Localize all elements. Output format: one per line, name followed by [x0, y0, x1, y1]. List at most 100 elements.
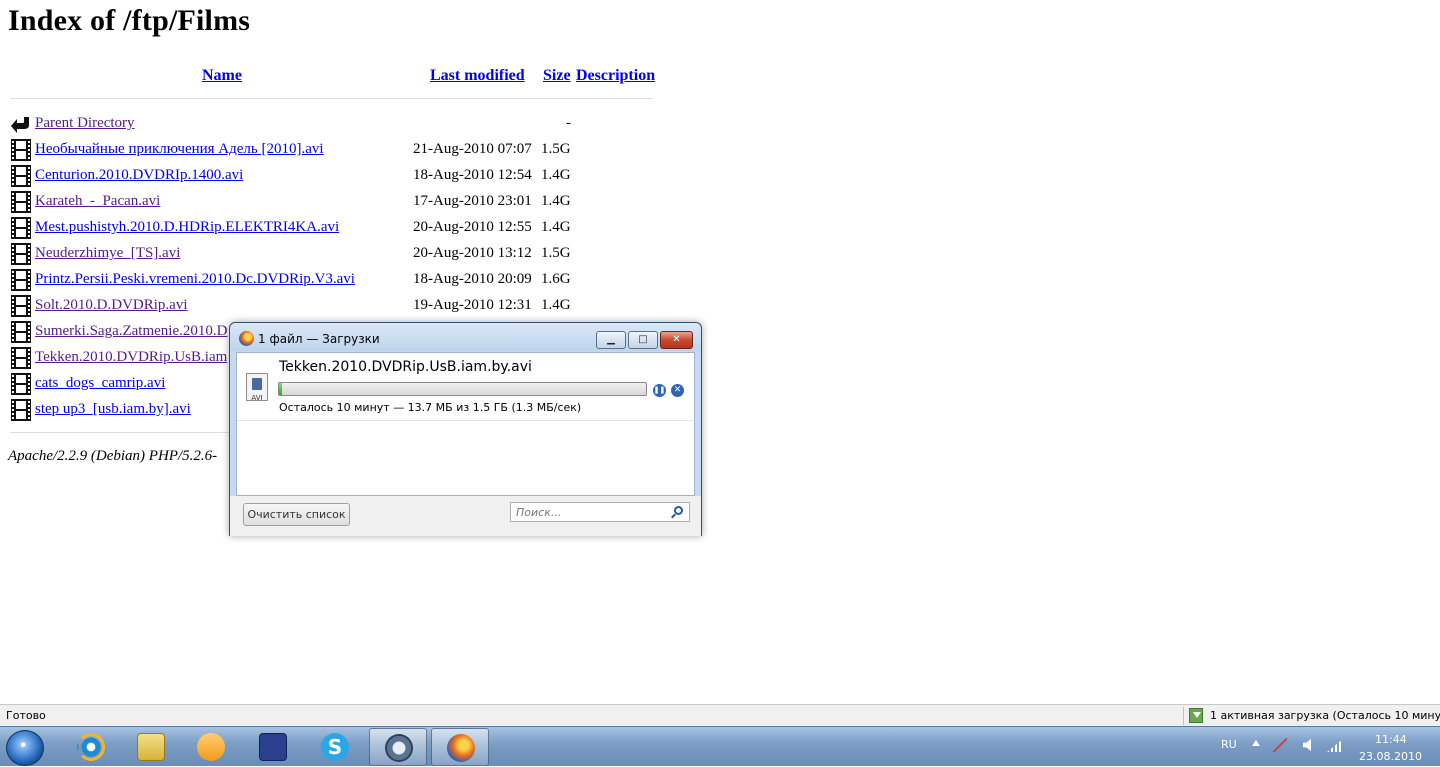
film-icon	[11, 165, 31, 187]
file-link[interactable]: Sumerki.Saga.Zatmenie.2010.D	[35, 323, 227, 340]
downloads-list: AVI Tekken.2010.DVDRip.UsB.iam.by.avi ❚❚…	[236, 352, 695, 496]
back-arrow-icon	[11, 113, 31, 135]
film-icon	[11, 139, 31, 161]
speaker-app-icon	[385, 734, 413, 762]
file-link[interactable]: Tekken.2010.DVDRip.UsB.iam	[35, 349, 227, 366]
film-icon	[11, 295, 31, 317]
explorer-icon	[137, 733, 165, 761]
media-player-icon	[197, 733, 225, 761]
column-header-name[interactable]: Name	[202, 67, 242, 85]
taskbar-speaker-app[interactable]	[369, 728, 427, 766]
film-icon	[11, 217, 31, 239]
skype-icon: S	[321, 733, 349, 761]
internet-explorer-icon	[77, 733, 105, 761]
file-size: 1.6G	[541, 271, 571, 287]
file-row: Mest.pushistyh.2010.D.HDRip.ELEKTRI4KA.a…	[10, 215, 660, 241]
download-item[interactable]: AVI Tekken.2010.DVDRip.UsB.iam.by.avi ❚❚…	[237, 353, 694, 421]
file-link[interactable]: Solt.2010.D.DVDRip.avi	[35, 297, 188, 314]
pause-icon[interactable]: ❚❚	[653, 384, 666, 397]
file-row: Solt.2010.D.DVDRip.avi 19-Aug-2010 12:31 1…	[10, 293, 660, 319]
file-size: 1.5G	[541, 141, 571, 157]
downloads-window: 1 файл — Загрузки ▁ □ ✕ AVI Tekken.2010.…	[229, 322, 702, 536]
taskbar-media-player[interactable]	[182, 728, 240, 766]
file-link[interactable]: Необычайные приключения Адель [2010].avi	[35, 141, 324, 158]
file-date: 20-Aug-2010 12:55	[413, 219, 532, 235]
file-date: 17-Aug-2010 23:01	[413, 193, 532, 209]
file-link[interactable]: Karateh_-_Pacan.avi	[35, 193, 160, 210]
film-icon	[11, 321, 31, 343]
cancel-icon[interactable]: ✕	[671, 384, 684, 397]
column-header-description[interactable]: Description	[576, 67, 655, 85]
download-status-icon[interactable]	[1189, 708, 1203, 723]
action-center-flag-icon[interactable]	[1273, 738, 1287, 752]
clock-time[interactable]: 11:44	[1375, 733, 1407, 746]
close-button[interactable]: ✕	[660, 331, 693, 349]
column-header-last-modified[interactable]: Last modified	[430, 67, 525, 85]
volume-icon[interactable]	[1303, 739, 1311, 751]
file-link[interactable]: Mest.pushistyh.2010.D.HDRip.ELEKTRI4KA.a…	[35, 219, 339, 236]
download-file-name: Tekken.2010.DVDRip.UsB.iam.by.avi	[279, 359, 532, 375]
start-button[interactable]	[6, 730, 44, 766]
clear-list-button[interactable]: Очистить список	[243, 503, 350, 526]
file-row: Parent Directory -	[10, 111, 660, 137]
file-size: 1.4G	[541, 167, 571, 183]
clock-date[interactable]: 23.08.2010	[1359, 750, 1422, 763]
file-link[interactable]: Parent Directory	[35, 115, 135, 132]
film-icon	[11, 399, 31, 421]
file-link[interactable]: step up3_[usb.iam.by].avi	[35, 401, 191, 418]
film-icon	[11, 243, 31, 265]
downloads-footer: Очистить список Поиск...	[230, 496, 701, 536]
taskbar-save-app[interactable]	[244, 728, 302, 766]
header-divider	[10, 98, 653, 99]
file-row: Printz.Persii.Peski.vremeni.2010.Dc.DVDR…	[10, 267, 660, 293]
save-icon	[259, 733, 287, 761]
file-size: -	[566, 115, 571, 131]
search-placeholder: Поиск...	[516, 506, 562, 519]
file-date: 18-Aug-2010 20:09	[413, 271, 532, 287]
search-icon[interactable]	[674, 506, 683, 515]
taskbar-internet-explorer[interactable]	[62, 728, 120, 766]
downloads-title: 1 файл — Загрузки	[258, 332, 380, 346]
column-header-size[interactable]: Size	[543, 67, 571, 85]
minimize-button[interactable]: ▁	[596, 331, 626, 349]
network-icon[interactable]	[1327, 739, 1343, 752]
file-date: 20-Aug-2010 13:12	[413, 245, 532, 261]
file-size: 1.4G	[541, 297, 571, 313]
page-title: Index of /ftp/Films	[8, 4, 251, 37]
file-row: Karateh_-_Pacan.avi 17-Aug-2010 23:01 1.4G	[10, 189, 660, 215]
file-row: Neuderzhimye_[TS].avi 20-Aug-2010 13:12 1.…	[10, 241, 660, 267]
taskbar-firefox[interactable]	[431, 728, 489, 766]
file-size: 1.4G	[541, 219, 571, 235]
maximize-button[interactable]: □	[628, 331, 658, 349]
film-icon	[11, 373, 31, 395]
file-size: 1.5G	[541, 245, 571, 261]
file-link[interactable]: cats_dogs_camrip.avi	[35, 375, 165, 392]
file-link[interactable]: Neuderzhimye_[TS].avi	[35, 245, 180, 262]
download-progress-bar	[278, 382, 647, 396]
browser-content: Index of /ftp/Films Name Last modified S…	[0, 0, 1440, 704]
download-status: Осталось 10 минут — 13.7 МБ из 1.5 ГБ (1…	[279, 401, 582, 414]
download-progress-fill	[279, 383, 283, 395]
file-link[interactable]: Printz.Persii.Peski.vremeni.2010.Dc.DVDR…	[35, 271, 355, 288]
show-hidden-icons-icon[interactable]	[1252, 740, 1260, 746]
firefox-icon	[447, 734, 475, 762]
file-size: 1.4G	[541, 193, 571, 209]
downloads-titlebar[interactable]: 1 файл — Загрузки ▁ □ ✕	[230, 323, 701, 351]
firefox-icon	[239, 331, 254, 346]
system-tray: RU 11:44 23.08.2010	[1215, 727, 1440, 767]
file-date: 21-Aug-2010 07:07	[413, 141, 532, 157]
taskbar-explorer[interactable]	[122, 728, 180, 766]
file-row: Необычайные приключения Адель [2010].avi…	[10, 137, 660, 163]
downloads-search-input[interactable]: Поиск...	[510, 502, 690, 522]
server-signature: Apache/2.2.9 (Debian) PHP/5.2.6-	[8, 448, 218, 464]
browser-statusbar: Готово 1 активная загрузка (Осталось 10 …	[0, 704, 1440, 726]
file-link[interactable]: Centurion.2010.DVDRIp.1400.avi	[35, 167, 243, 184]
avi-file-icon: AVI	[246, 373, 268, 402]
taskbar-skype[interactable]: S	[306, 728, 364, 766]
windows-taskbar: S RU 11:44 23.08.2010	[0, 726, 1440, 766]
status-separator	[1183, 707, 1184, 725]
language-indicator[interactable]: RU	[1221, 738, 1237, 751]
file-row: Centurion.2010.DVDRIp.1400.avi 18-Aug-201…	[10, 163, 660, 189]
download-status-text[interactable]: 1 активная загрузка (Осталось 10 минут)	[1210, 709, 1440, 722]
file-date: 18-Aug-2010 12:54	[413, 167, 532, 183]
